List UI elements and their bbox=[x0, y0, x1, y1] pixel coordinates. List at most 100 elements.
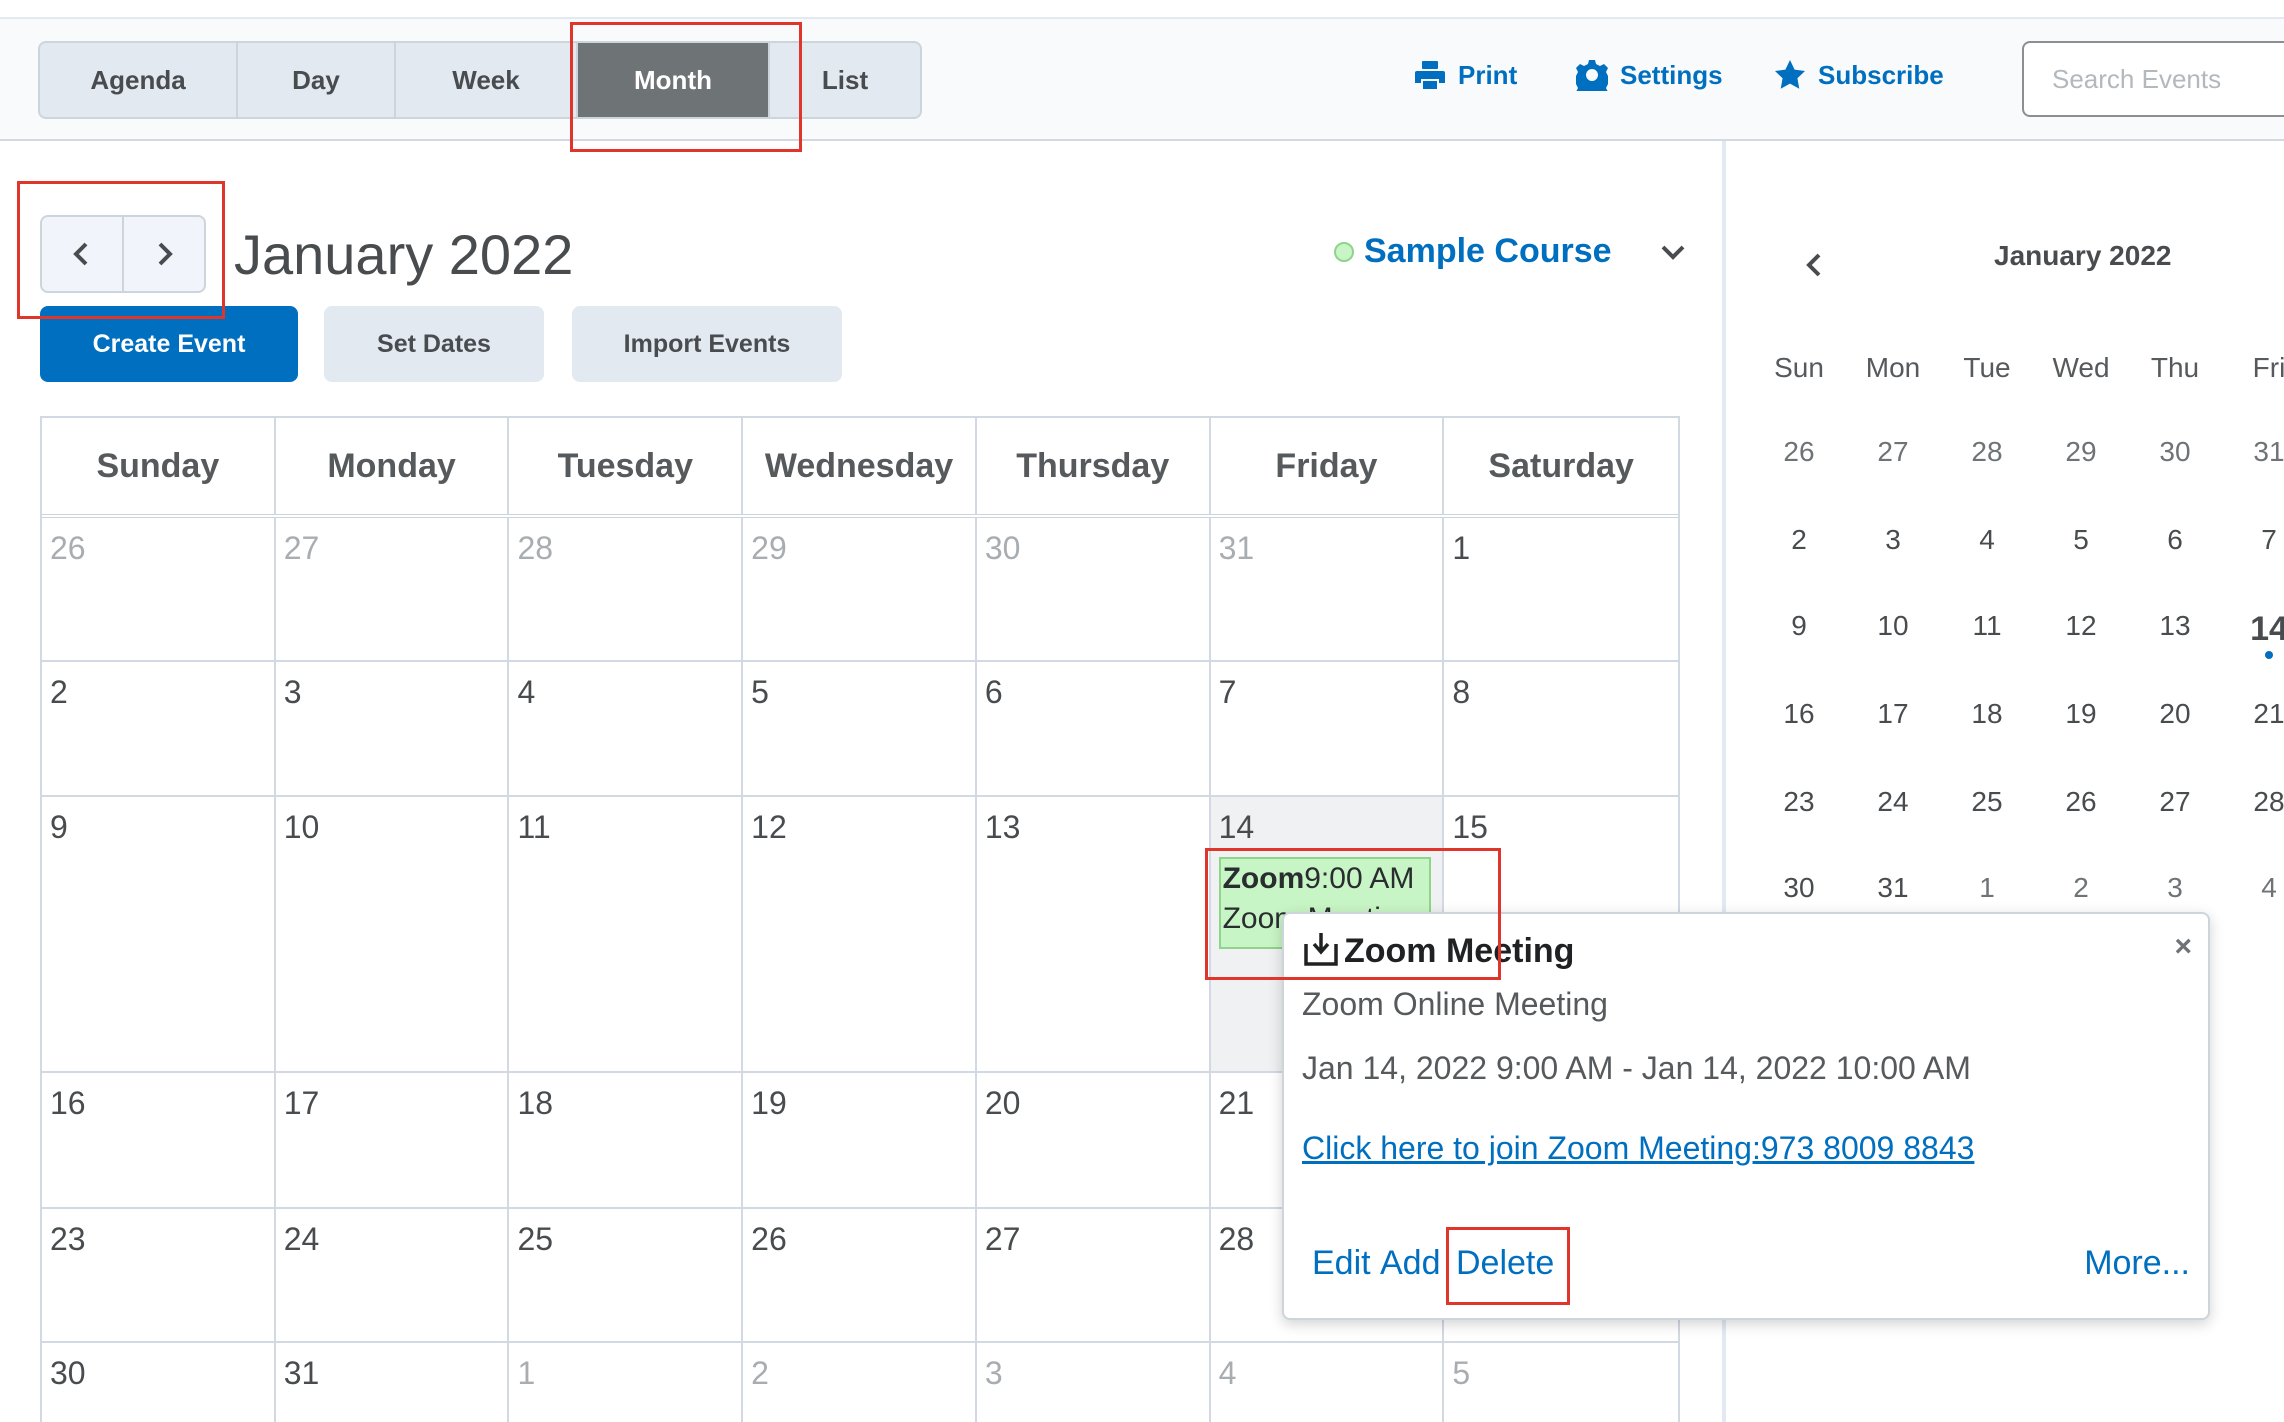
mini-day[interactable]: 2 bbox=[1752, 524, 1846, 556]
day-cell[interactable]: 3 bbox=[977, 1343, 1211, 1422]
more-link[interactable]: More... bbox=[2084, 1244, 2190, 1283]
mini-day[interactable]: 5 bbox=[2034, 524, 2128, 556]
day-cell[interactable]: 30 bbox=[977, 518, 1211, 660]
day-cell[interactable]: 31 bbox=[1211, 518, 1445, 660]
chevron-left-icon[interactable] bbox=[1800, 250, 1830, 280]
zoom-join-link[interactable]: Click here to join Zoom Meeting:973 8009… bbox=[1302, 1130, 1974, 1167]
mini-day[interactable]: 20 bbox=[2128, 698, 2222, 730]
day-cell[interactable]: 5 bbox=[1444, 1343, 1678, 1422]
day-cell[interactable]: 25 bbox=[509, 1209, 744, 1341]
import-events-button[interactable]: Import Events bbox=[572, 306, 842, 382]
day-cell[interactable]: 5 bbox=[743, 662, 977, 795]
tab-day[interactable]: Day bbox=[238, 43, 396, 117]
mini-weekday: Wed bbox=[2052, 352, 2110, 383]
mini-day[interactable]: 27 bbox=[2128, 786, 2222, 818]
tab-agenda[interactable]: Agenda bbox=[40, 43, 238, 117]
mini-day[interactable]: 3 bbox=[1846, 524, 1940, 556]
day-cell[interactable]: 16 bbox=[42, 1073, 276, 1207]
mini-day[interactable]: 12 bbox=[2034, 610, 2128, 649]
day-cell[interactable]: 4 bbox=[1211, 1343, 1445, 1422]
day-cell[interactable]: 4 bbox=[509, 662, 744, 795]
mini-day[interactable]: 11 bbox=[1940, 610, 2034, 649]
close-icon[interactable]: × bbox=[2174, 930, 2192, 964]
set-dates-button[interactable]: Set Dates bbox=[324, 306, 544, 382]
highlight-event-chip bbox=[1205, 848, 1501, 980]
mini-day[interactable]: 17 bbox=[1846, 698, 1940, 730]
day-cell[interactable]: 24 bbox=[276, 1209, 510, 1341]
mini-day[interactable]: 30 bbox=[1752, 872, 1846, 904]
day-number: 14 bbox=[1218, 809, 1255, 845]
mini-day[interactable]: 4 bbox=[2222, 872, 2284, 904]
mini-day[interactable]: 3 bbox=[2128, 872, 2222, 904]
mini-day[interactable]: 30 bbox=[2128, 436, 2222, 468]
settings-link[interactable]: Settings bbox=[1576, 59, 1723, 91]
course-selector[interactable]: Sample Course bbox=[1334, 232, 1688, 271]
day-cell[interactable]: 6 bbox=[977, 662, 1211, 795]
day-cell[interactable]: 27 bbox=[276, 518, 510, 660]
mini-day[interactable]: 2 bbox=[2034, 872, 2128, 904]
mini-day[interactable]: 29 bbox=[2034, 436, 2128, 468]
subscribe-link[interactable]: Subscribe bbox=[1774, 59, 1944, 91]
day-cell[interactable]: 26 bbox=[42, 518, 276, 660]
mini-day[interactable]: 13 bbox=[2128, 610, 2222, 649]
mini-day[interactable]: 16 bbox=[1752, 698, 1846, 730]
day-cell[interactable]: 3 bbox=[276, 662, 510, 795]
day-cell[interactable]: 29 bbox=[743, 518, 977, 660]
day-cell[interactable]: 8 bbox=[1444, 662, 1678, 795]
mini-day[interactable]: 26 bbox=[2034, 786, 2128, 818]
mini-day-number: 14 bbox=[2250, 610, 2284, 648]
day-cell[interactable]: 11 bbox=[509, 797, 744, 1071]
mini-day[interactable]: 9 bbox=[1752, 610, 1846, 649]
mini-day[interactable]: 4 bbox=[1940, 524, 2034, 556]
add-link[interactable]: Add bbox=[1380, 1244, 1441, 1283]
mini-day[interactable]: 19 bbox=[2034, 698, 2128, 730]
day-cell[interactable]: 26 bbox=[743, 1209, 977, 1341]
day-cell[interactable]: 7 bbox=[1211, 662, 1445, 795]
mini-day[interactable]: 6 bbox=[2128, 524, 2222, 556]
day-cell[interactable]: 18 bbox=[509, 1073, 744, 1207]
day-cell[interactable]: 27 bbox=[977, 1209, 1211, 1341]
mini-day[interactable]: 7 bbox=[2222, 524, 2284, 556]
mini-week-row: 30 31 1 2 3 4 bbox=[1752, 872, 2284, 904]
mini-day[interactable]: 23 bbox=[1752, 786, 1846, 818]
mini-day[interactable]: 1 bbox=[1940, 872, 2034, 904]
mini-day[interactable]: 27 bbox=[1846, 436, 1940, 468]
mini-day[interactable]: 31 bbox=[1846, 872, 1940, 904]
day-cell[interactable]: 31 bbox=[276, 1343, 510, 1422]
day-cell[interactable]: 13 bbox=[977, 797, 1211, 1071]
day-cell[interactable]: 19 bbox=[743, 1073, 977, 1207]
highlight-navigation bbox=[17, 181, 225, 319]
tab-week[interactable]: Week bbox=[396, 43, 578, 117]
day-cell[interactable]: 10 bbox=[276, 797, 510, 1071]
day-cell[interactable]: 1 bbox=[509, 1343, 744, 1422]
calendar-toolbar: Agenda Day Week Month List Print Setting… bbox=[0, 17, 2284, 141]
mini-day[interactable]: 24 bbox=[1846, 786, 1940, 818]
search-events-input[interactable] bbox=[2022, 41, 2284, 117]
mini-day[interactable]: 21 bbox=[2222, 698, 2284, 730]
day-cell[interactable]: 23 bbox=[42, 1209, 276, 1341]
day-cell[interactable]: 17 bbox=[276, 1073, 510, 1207]
day-cell[interactable]: 30 bbox=[42, 1343, 276, 1422]
day-cell[interactable]: 2 bbox=[42, 662, 276, 795]
weekday-monday: Monday bbox=[276, 418, 510, 514]
mini-day-today[interactable]: 14 bbox=[2222, 610, 2284, 659]
mini-day[interactable]: 26 bbox=[1752, 436, 1846, 468]
mini-weekday: Sun bbox=[1774, 352, 1824, 383]
day-cell[interactable]: 20 bbox=[977, 1073, 1211, 1207]
mini-day[interactable]: 18 bbox=[1940, 698, 2034, 730]
day-cell[interactable]: 2 bbox=[743, 1343, 977, 1422]
mini-day[interactable]: 31 bbox=[2222, 436, 2284, 468]
day-cell[interactable]: 1 bbox=[1444, 518, 1678, 660]
mini-day[interactable]: 28 bbox=[1940, 436, 2034, 468]
day-cell[interactable]: 12 bbox=[743, 797, 977, 1071]
mini-day[interactable]: 10 bbox=[1846, 610, 1940, 649]
print-link[interactable]: Print bbox=[1414, 59, 1517, 91]
mini-day[interactable]: 25 bbox=[1940, 786, 2034, 818]
day-cell[interactable]: 28 bbox=[509, 518, 744, 660]
day-cell[interactable]: 9 bbox=[42, 797, 276, 1071]
mini-day[interactable]: 28 bbox=[2222, 786, 2284, 818]
edit-link[interactable]: Edit bbox=[1312, 1244, 1371, 1283]
mini-calendar-title: January 2022 bbox=[1994, 240, 2172, 271]
calendar-page: Agenda Day Week Month List Print Setting… bbox=[0, 0, 2284, 1422]
weekday-saturday: Saturday bbox=[1488, 446, 1634, 485]
